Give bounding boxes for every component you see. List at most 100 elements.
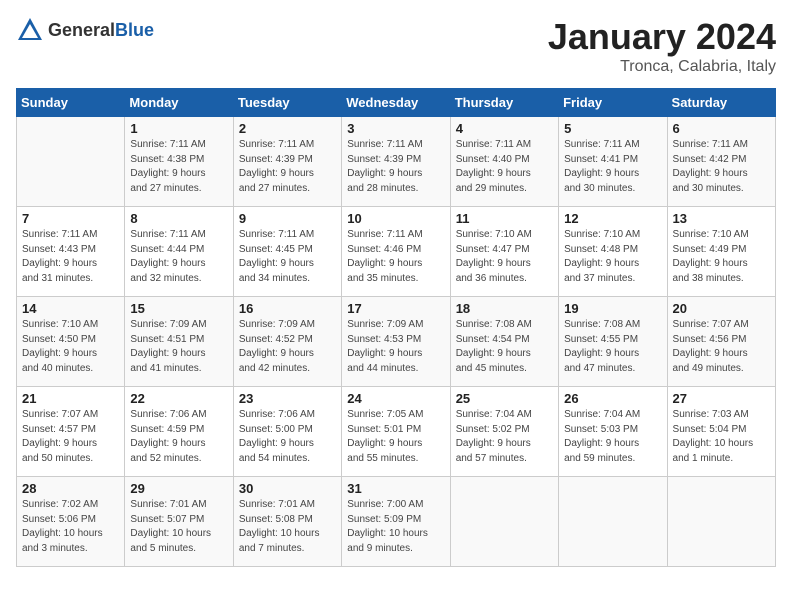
calendar-week-row: 7Sunrise: 7:11 AMSunset: 4:43 PMDaylight… xyxy=(17,207,776,297)
day-number: 14 xyxy=(22,301,119,316)
calendar-cell: 17 Sunrise: 7:09 AMSunset: 4:53 PMDayligh… xyxy=(342,297,450,387)
day-number: 5 xyxy=(564,121,661,136)
cell-info: Sunrise: 7:11 AMSunset: 4:43 PMDaylight:… xyxy=(22,228,119,286)
cell-info: Sunrise: 7:11 AMSunset: 4:45 PMDaylight:… xyxy=(239,228,336,286)
cell-info: Sunrise: 7:01 AMSunset: 5:07 PMDaylight:… xyxy=(130,498,227,556)
logo: GeneralBlue xyxy=(16,16,154,44)
calendar-cell: 25 Sunrise: 7:04 AMSunset: 5:02 PMDayligh… xyxy=(450,387,558,477)
day-number: 28 xyxy=(22,481,119,496)
day-number: 29 xyxy=(130,481,227,496)
calendar-cell: 21Sunrise: 7:07 AMSunset: 4:57 PMDayligh… xyxy=(17,387,125,477)
calendar-table: SundayMondayTuesdayWednesdayThursdayFrid… xyxy=(16,88,776,567)
calendar-cell: 20Sunrise: 7:07 AMSunset: 4:56 PMDayligh… xyxy=(667,297,775,387)
logo-icon xyxy=(16,16,44,44)
calendar-cell: 13 Sunrise: 7:10 AMSunset: 4:49 PMDayligh… xyxy=(667,207,775,297)
day-number: 16 xyxy=(239,301,336,316)
day-header-wednesday: Wednesday xyxy=(342,89,450,117)
calendar-cell: 22 Sunrise: 7:06 AMSunset: 4:59 PMDayligh… xyxy=(125,387,233,477)
cell-info: Sunrise: 7:03 AMSunset: 5:04 PMDaylight:… xyxy=(673,408,770,466)
calendar-cell: 8 Sunrise: 7:11 AMSunset: 4:44 PMDaylight… xyxy=(125,207,233,297)
calendar-cell: 24 Sunrise: 7:05 AMSunset: 5:01 PMDayligh… xyxy=(342,387,450,477)
cell-info: Sunrise: 7:10 AMSunset: 4:49 PMDaylight:… xyxy=(673,228,770,286)
calendar-cell: 9 Sunrise: 7:11 AMSunset: 4:45 PMDaylight… xyxy=(233,207,341,297)
calendar-cell: 12 Sunrise: 7:10 AMSunset: 4:48 PMDayligh… xyxy=(559,207,667,297)
day-number: 18 xyxy=(456,301,553,316)
calendar-body: 1Sunrise: 7:11 AMSunset: 4:38 PMDaylight… xyxy=(17,117,776,567)
cell-info: Sunrise: 7:10 AMSunset: 4:50 PMDaylight:… xyxy=(22,318,119,376)
cell-info: Sunrise: 7:09 AMSunset: 4:53 PMDaylight:… xyxy=(347,318,444,376)
calendar-cell: 3 Sunrise: 7:11 AMSunset: 4:39 PMDaylight… xyxy=(342,117,450,207)
cell-info: Sunrise: 7:10 AMSunset: 4:47 PMDaylight:… xyxy=(456,228,553,286)
cell-info: Sunrise: 7:04 AMSunset: 5:02 PMDaylight:… xyxy=(456,408,553,466)
day-number: 15 xyxy=(130,301,227,316)
location-title: Tronca, Calabria, Italy xyxy=(548,58,776,76)
day-header-sunday: Sunday xyxy=(17,89,125,117)
cell-info: Sunrise: 7:11 AMSunset: 4:38 PMDaylight:… xyxy=(130,138,227,196)
cell-info: Sunrise: 7:11 AMSunset: 4:39 PMDaylight:… xyxy=(347,138,444,196)
day-number: 24 xyxy=(347,391,444,406)
calendar-week-row: 1Sunrise: 7:11 AMSunset: 4:38 PMDaylight… xyxy=(17,117,776,207)
cell-info: Sunrise: 7:07 AMSunset: 4:56 PMDaylight:… xyxy=(673,318,770,376)
calendar-cell xyxy=(17,117,125,207)
cell-info: Sunrise: 7:11 AMSunset: 4:44 PMDaylight:… xyxy=(130,228,227,286)
logo-blue: Blue xyxy=(115,20,154,40)
day-number: 3 xyxy=(347,121,444,136)
day-number: 4 xyxy=(456,121,553,136)
calendar-cell: 6 Sunrise: 7:11 AMSunset: 4:42 PMDaylight… xyxy=(667,117,775,207)
day-number: 17 xyxy=(347,301,444,316)
calendar-cell: 11 Sunrise: 7:10 AMSunset: 4:47 PMDayligh… xyxy=(450,207,558,297)
calendar-cell: 7Sunrise: 7:11 AMSunset: 4:43 PMDaylight… xyxy=(17,207,125,297)
cell-info: Sunrise: 7:11 AMSunset: 4:40 PMDaylight:… xyxy=(456,138,553,196)
day-number: 10 xyxy=(347,211,444,226)
title-area: January 2024 Tronca, Calabria, Italy xyxy=(548,16,776,76)
cell-info: Sunrise: 7:09 AMSunset: 4:52 PMDaylight:… xyxy=(239,318,336,376)
calendar-cell xyxy=(559,477,667,567)
day-number: 9 xyxy=(239,211,336,226)
day-header-saturday: Saturday xyxy=(667,89,775,117)
cell-info: Sunrise: 7:11 AMSunset: 4:42 PMDaylight:… xyxy=(673,138,770,196)
calendar-cell: 14 Sunrise: 7:10 AMSunset: 4:50 PMDayligh… xyxy=(17,297,125,387)
day-number: 30 xyxy=(239,481,336,496)
day-number: 31 xyxy=(347,481,444,496)
day-number: 22 xyxy=(130,391,227,406)
calendar-cell: 4 Sunrise: 7:11 AMSunset: 4:40 PMDaylight… xyxy=(450,117,558,207)
calendar-cell: 10 Sunrise: 7:11 AMSunset: 4:46 PMDayligh… xyxy=(342,207,450,297)
day-number: 27 xyxy=(673,391,770,406)
calendar-cell: 23Sunrise: 7:06 AMSunset: 5:00 PMDayligh… xyxy=(233,387,341,477)
cell-info: Sunrise: 7:00 AMSunset: 5:09 PMDaylight:… xyxy=(347,498,444,556)
calendar-cell xyxy=(450,477,558,567)
calendar-week-row: 14 Sunrise: 7:10 AMSunset: 4:50 PMDayligh… xyxy=(17,297,776,387)
cell-info: Sunrise: 7:06 AMSunset: 4:59 PMDaylight:… xyxy=(130,408,227,466)
cell-info: Sunrise: 7:04 AMSunset: 5:03 PMDaylight:… xyxy=(564,408,661,466)
day-header-friday: Friday xyxy=(559,89,667,117)
day-number: 26 xyxy=(564,391,661,406)
day-header-monday: Monday xyxy=(125,89,233,117)
month-title: January 2024 xyxy=(548,16,776,58)
logo-general: General xyxy=(48,20,115,40)
day-number: 13 xyxy=(673,211,770,226)
day-number: 19 xyxy=(564,301,661,316)
cell-info: Sunrise: 7:09 AMSunset: 4:51 PMDaylight:… xyxy=(130,318,227,376)
day-number: 12 xyxy=(564,211,661,226)
day-number: 8 xyxy=(130,211,227,226)
calendar-cell: 2Sunrise: 7:11 AMSunset: 4:39 PMDaylight… xyxy=(233,117,341,207)
calendar-cell: 18 Sunrise: 7:08 AMSunset: 4:54 PMDayligh… xyxy=(450,297,558,387)
cell-info: Sunrise: 7:11 AMSunset: 4:46 PMDaylight:… xyxy=(347,228,444,286)
cell-info: Sunrise: 7:10 AMSunset: 4:48 PMDaylight:… xyxy=(564,228,661,286)
cell-info: Sunrise: 7:11 AMSunset: 4:39 PMDaylight:… xyxy=(239,138,336,196)
day-number: 23 xyxy=(239,391,336,406)
calendar-cell: 19Sunrise: 7:08 AMSunset: 4:55 PMDayligh… xyxy=(559,297,667,387)
calendar-week-row: 21Sunrise: 7:07 AMSunset: 4:57 PMDayligh… xyxy=(17,387,776,477)
calendar-cell: 5Sunrise: 7:11 AMSunset: 4:41 PMDaylight… xyxy=(559,117,667,207)
cell-info: Sunrise: 7:08 AMSunset: 4:54 PMDaylight:… xyxy=(456,318,553,376)
calendar-week-row: 28Sunrise: 7:02 AMSunset: 5:06 PMDayligh… xyxy=(17,477,776,567)
calendar-cell: 15 Sunrise: 7:09 AMSunset: 4:51 PMDayligh… xyxy=(125,297,233,387)
day-number: 11 xyxy=(456,211,553,226)
calendar-cell: 28Sunrise: 7:02 AMSunset: 5:06 PMDayligh… xyxy=(17,477,125,567)
calendar-cell xyxy=(667,477,775,567)
calendar-cell: 26 Sunrise: 7:04 AMSunset: 5:03 PMDayligh… xyxy=(559,387,667,477)
day-number: 6 xyxy=(673,121,770,136)
cell-info: Sunrise: 7:05 AMSunset: 5:01 PMDaylight:… xyxy=(347,408,444,466)
calendar-cell: 1Sunrise: 7:11 AMSunset: 4:38 PMDaylight… xyxy=(125,117,233,207)
day-number: 25 xyxy=(456,391,553,406)
